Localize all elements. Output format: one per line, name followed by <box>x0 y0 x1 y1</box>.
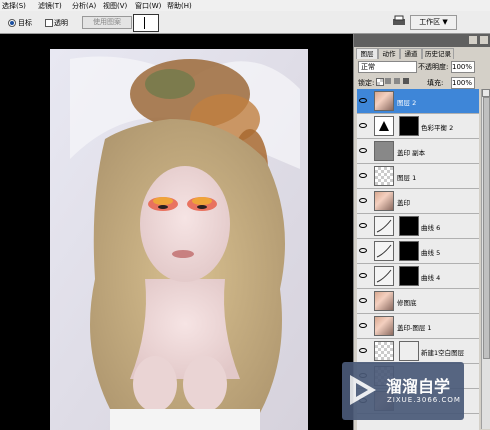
layer-name: 盖印-图层 1 <box>397 324 432 332</box>
portrait-photo <box>50 49 308 430</box>
layer-mask-thumbnail <box>399 116 419 136</box>
menu-select[interactable]: 选择(S) <box>2 1 26 11</box>
print-icon[interactable] <box>392 15 406 27</box>
lock-label: 锁定: <box>358 79 375 87</box>
layer-name: 色彩平衡 2 <box>421 124 454 132</box>
lock-transparent-icon[interactable] <box>376 78 384 86</box>
fill-field[interactable]: 100% <box>451 77 475 89</box>
layer-row[interactable]: 盖印 <box>357 189 479 214</box>
layer-name: 曲线 6 <box>421 224 441 232</box>
watermark-url: ZIXUE.3066.COM <box>387 396 461 404</box>
eye-icon[interactable] <box>359 248 367 253</box>
opacity-field[interactable]: 100% <box>451 61 475 73</box>
checkbox-transparent[interactable] <box>45 19 53 27</box>
fill-label: 填充: <box>427 79 444 87</box>
layers-scrollbar[interactable] <box>481 89 490 429</box>
eye-icon[interactable] <box>359 323 367 328</box>
eye-icon[interactable] <box>359 273 367 278</box>
checkbox-transparent-label: 透明 <box>54 19 68 27</box>
eye-icon[interactable] <box>359 223 367 228</box>
layer-row[interactable]: 新建1空白图层 <box>357 339 479 364</box>
layer-name: 新建1空白图层 <box>421 349 465 357</box>
radio-target[interactable] <box>8 19 16 27</box>
blend-mode-dropdown[interactable]: 正常 <box>358 61 417 73</box>
tab-actions[interactable]: 动作 <box>378 48 400 59</box>
layer-row[interactable]: 盖印-图层 1 <box>357 314 479 339</box>
watermark-play-icon <box>348 371 380 409</box>
layer-row[interactable]: 图层 2 <box>357 89 479 114</box>
lock-brush-icon[interactable] <box>385 78 391 84</box>
options-bar: 目标 透明 使用图案 工作区 ▼ <box>0 11 490 34</box>
layer-thumbnail <box>374 191 394 211</box>
layer-name: 修图底 <box>397 299 417 307</box>
layer-mask-thumbnail <box>399 241 419 261</box>
menu-filter[interactable]: 滤镜(T) <box>38 1 62 11</box>
eye-icon[interactable] <box>359 148 367 153</box>
pattern-swatch[interactable] <box>133 14 159 32</box>
tab-history[interactable]: 历史记录 <box>422 48 454 59</box>
layer-row[interactable]: 曲线 5 <box>357 239 479 264</box>
layer-mask-thumbnail <box>399 341 419 361</box>
color-balance-icon <box>374 116 394 136</box>
layer-row[interactable]: 曲线 6 <box>357 214 479 239</box>
layer-mask-thumbnail <box>399 266 419 286</box>
layer-name: 图层 1 <box>397 174 417 182</box>
layer-row[interactable]: 曲线 4 <box>357 264 479 289</box>
layer-name: 盖印 <box>397 199 410 207</box>
curves-icon <box>374 241 394 261</box>
radio-target-label: 目标 <box>18 19 32 27</box>
watermark-title: 溜溜自学 <box>386 377 451 396</box>
layer-thumbnail <box>374 141 394 161</box>
layer-name: 曲线 4 <box>421 274 441 282</box>
scroll-up-icon[interactable] <box>482 89 490 97</box>
use-pattern-button[interactable]: 使用图案 <box>82 16 132 29</box>
radio-dot <box>10 21 14 25</box>
layer-thumbnail <box>374 341 394 361</box>
lock-all-icon[interactable] <box>403 78 409 84</box>
menu-analysis[interactable]: 分析(A) <box>72 1 96 11</box>
scroll-thumb[interactable] <box>483 97 490 359</box>
document-canvas[interactable] <box>0 34 353 430</box>
menu-window[interactable]: 窗口(W) <box>135 1 161 11</box>
opacity-label: 不透明度: <box>418 63 449 71</box>
menu-view[interactable]: 视图(V) <box>103 1 127 11</box>
layer-row[interactable]: 修图底 <box>357 289 479 314</box>
menu-help[interactable]: 帮助(H) <box>167 1 192 11</box>
layer-name: 曲线 5 <box>421 249 441 257</box>
watermark-logo: 溜溜自学 ZIXUE.3066.COM <box>342 362 464 420</box>
eye-icon[interactable] <box>359 98 367 103</box>
layer-name: 图层 2 <box>397 99 417 107</box>
panel-close-icon[interactable] <box>480 36 488 44</box>
tab-channels[interactable]: 通道 <box>400 48 422 59</box>
layer-thumbnail <box>374 166 394 186</box>
layer-thumbnail <box>374 316 394 336</box>
tab-layers[interactable]: 图层 <box>356 48 378 59</box>
lock-move-icon[interactable] <box>394 78 400 84</box>
eye-icon[interactable] <box>359 348 367 353</box>
layer-row[interactable]: 色彩平衡 2 <box>357 114 479 139</box>
curves-icon <box>374 266 394 286</box>
layer-row[interactable]: 图层 1 <box>357 164 479 189</box>
layer-thumbnail <box>374 91 394 111</box>
panel-collapse-icon[interactable] <box>469 36 477 44</box>
eye-icon[interactable] <box>359 198 367 203</box>
workspace-dropdown[interactable]: 工作区 ▼ <box>410 15 457 30</box>
layer-thumbnail <box>374 291 394 311</box>
layer-name: 盖印 副本 <box>397 149 426 157</box>
eye-icon[interactable] <box>359 123 367 128</box>
eye-icon[interactable] <box>359 298 367 303</box>
curves-icon <box>374 216 394 236</box>
eye-icon[interactable] <box>359 173 367 178</box>
layer-row[interactable]: 盖印 副本 <box>357 139 479 164</box>
layer-mask-thumbnail <box>399 216 419 236</box>
panel-header-strip <box>354 34 490 47</box>
